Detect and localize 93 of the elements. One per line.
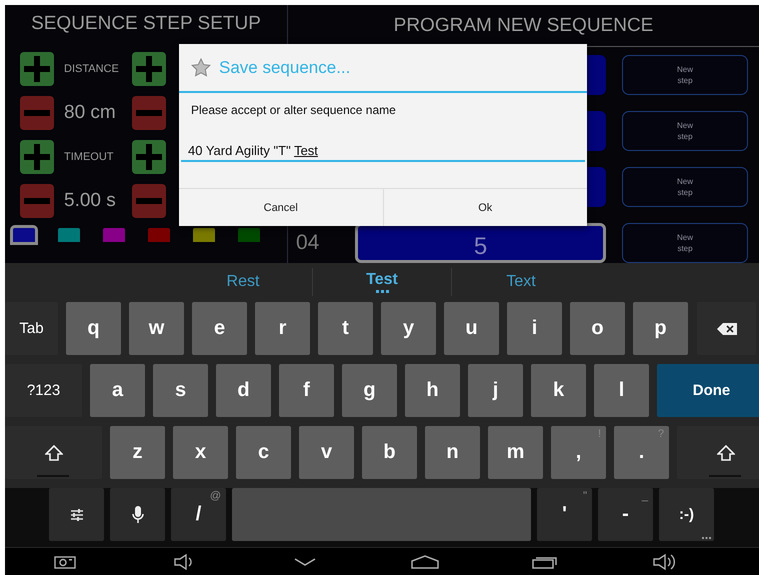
keyboard-key[interactable]: b — [362, 426, 417, 479]
keyboard-key[interactable]: Done — [657, 364, 759, 417]
name-input-field[interactable]: 40 Yard Agility "T" Test — [181, 143, 585, 162]
speaker-icon[interactable] — [653, 552, 677, 570]
minus-icon — [136, 198, 162, 204]
dialog-button[interactable]: Ok — [382, 189, 587, 226]
keyboard-key[interactable]: ' " — [537, 488, 592, 541]
keyboard-key[interactable]: x — [173, 426, 228, 479]
keyboard-key[interactable]: v — [299, 426, 354, 479]
color-swatch[interactable] — [10, 225, 38, 245]
plus-icon — [24, 56, 50, 82]
keyboard-key[interactable]: e — [192, 302, 247, 355]
microphone-icon — [132, 506, 144, 524]
new-step-button[interactable]: New step — [622, 111, 748, 151]
shift-key[interactable] — [677, 426, 759, 479]
star-icon — [191, 58, 211, 77]
recents-icon[interactable] — [532, 554, 558, 568]
keyboard-key[interactable]: c — [236, 426, 291, 479]
color-swatch[interactable] — [55, 225, 83, 245]
color-swatch[interactable] — [145, 225, 173, 245]
control-value: 80 cm — [64, 102, 116, 124]
step-button[interactable]: 5 — [355, 223, 606, 263]
keyboard-key[interactable]: - _ — [598, 488, 653, 541]
keyboard-key[interactable]: . ? — [614, 426, 669, 479]
minus-icon — [24, 110, 50, 116]
dialog-message: Please accept or alter sequence name — [190, 102, 397, 119]
keyboard-key[interactable]: f — [279, 364, 334, 417]
plus-icon — [136, 144, 162, 170]
sliders-icon — [70, 508, 84, 522]
color-swatch[interactable] — [190, 225, 218, 245]
suggestion[interactable]: Test — [366, 270, 398, 288]
keyboard-key[interactable]: q — [66, 302, 121, 355]
key-hint: @ — [210, 490, 221, 502]
backspace-key[interactable] — [697, 302, 756, 355]
keyboard-key[interactable]: p — [633, 302, 688, 355]
keyboard-key[interactable]: r — [255, 302, 310, 355]
keyboard-key[interactable]: h — [405, 364, 460, 417]
backspace-icon — [716, 322, 736, 334]
keyboard-key[interactable]: n — [425, 426, 480, 479]
new-step-button[interactable]: New step — [622, 55, 748, 95]
keyboard-key[interactable]: m — [488, 426, 543, 479]
key-hint: ! — [598, 428, 601, 440]
keyboard-key[interactable]: a — [90, 364, 145, 417]
plus-icon — [24, 144, 50, 170]
increase-button[interactable] — [132, 52, 166, 86]
keyboard-key[interactable]: y — [381, 302, 436, 355]
shift-icon — [716, 444, 734, 460]
increase-button[interactable] — [132, 140, 166, 174]
chevron-down-icon[interactable] — [294, 558, 316, 566]
keyboard-key[interactable]: Tab — [5, 302, 58, 355]
minus-icon — [136, 110, 162, 116]
dialog-button[interactable]: Cancel — [179, 189, 382, 226]
keyboard-key[interactable]: w — [129, 302, 184, 355]
key-hint: ? — [658, 428, 664, 440]
control-value: 5.00 s — [64, 190, 116, 212]
color-swatch[interactable] — [235, 225, 263, 245]
plus-icon — [136, 56, 162, 82]
keyboard-key[interactable]: k — [531, 364, 586, 417]
new-step-button[interactable]: New step — [622, 223, 748, 263]
dialog-title: Save sequence... — [219, 58, 350, 78]
control-label: TIMEOUT — [64, 151, 114, 163]
home-icon[interactable] — [411, 554, 439, 568]
suggestion[interactable]: Text — [506, 272, 536, 290]
keyboard-key[interactable]: u — [444, 302, 499, 355]
keyboard-key[interactable]: o — [570, 302, 625, 355]
keyboard-key[interactable]: l — [594, 364, 649, 417]
keyboard-key[interactable]: t — [318, 302, 373, 355]
keyboard-key[interactable]: i — [507, 302, 562, 355]
keyboard-key[interactable]: j — [468, 364, 523, 417]
step-number: 04 — [295, 231, 320, 255]
keyboard-key[interactable]: s — [153, 364, 208, 417]
keyboard-key[interactable]: :-) — [659, 488, 714, 541]
keyboard-key[interactable]: g — [342, 364, 397, 417]
minus-icon — [24, 198, 50, 204]
suggestion[interactable]: Rest — [226, 272, 260, 290]
camera-icon[interactable] — [54, 554, 76, 568]
increase-button[interactable] — [20, 140, 54, 174]
key-hint: " — [583, 490, 587, 502]
keyboard-key[interactable]: z — [110, 426, 165, 479]
settings-key[interactable] — [49, 488, 104, 541]
panel-title: SEQUENCE STEP SETUP — [30, 12, 262, 36]
control-label: DISTANCE — [64, 63, 119, 75]
more-suggestions-icon — [376, 290, 388, 292]
keyboard-key[interactable]: ?123 — [5, 364, 82, 417]
mic-key[interactable] — [110, 488, 165, 541]
keyboard-key[interactable]: / @ — [171, 488, 226, 541]
increase-button[interactable] — [20, 52, 54, 86]
color-swatch[interactable] — [100, 225, 128, 245]
key-hint: _ — [642, 490, 648, 502]
keyboard-key[interactable]: , ! — [551, 426, 606, 479]
keyboard-key[interactable]: d — [216, 364, 271, 417]
new-step-button[interactable]: New step — [622, 167, 748, 207]
shift-icon — [44, 444, 62, 460]
